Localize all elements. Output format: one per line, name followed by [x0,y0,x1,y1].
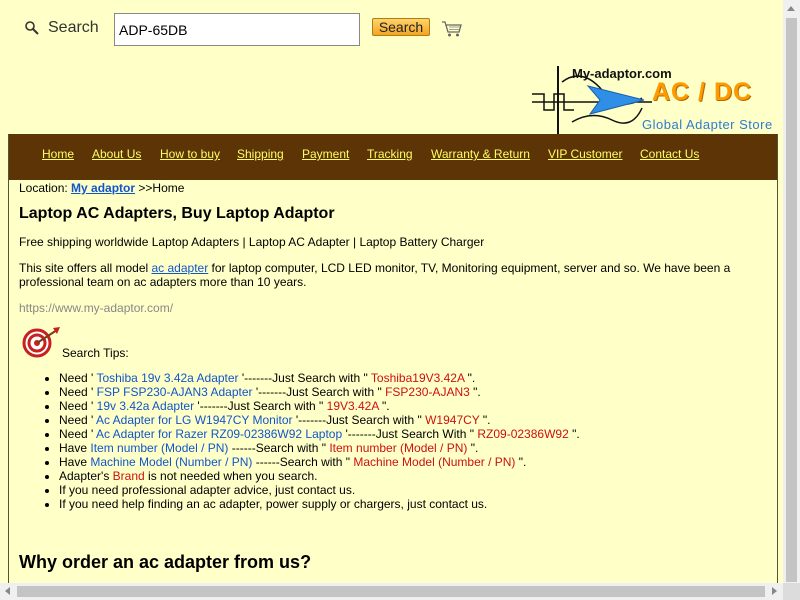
list-item: Need ' 19v 3.42a Adapter '-------Just Se… [59,399,580,413]
scroll-right-icon[interactable] [772,587,777,595]
list-item: Need ' Ac Adapter for LG W1947CY Monitor… [59,413,580,427]
breadcrumb-link[interactable]: My adaptor [71,181,135,195]
breadcrumb-current: >>Home [135,181,185,195]
description-paragraph: This site offers all model ac adapter fo… [19,261,739,289]
horizontal-scroll-thumb[interactable] [17,586,765,597]
search-tips-list: Need ' Toshiba 19v 3.42a Adapter '------… [19,371,580,511]
nav-shipping[interactable]: Shipping [237,147,284,161]
search-tips-label: Search Tips: [62,346,129,360]
site-logo[interactable]: My-adaptor.com AC / DC Global Adapter St… [532,62,778,134]
list-item: Have Item number (Model / PN) ------Sear… [59,441,580,455]
magnifier-icon [25,21,39,35]
list-item: Adapter's Brand is not needed when you s… [59,469,580,483]
vertical-scrollbar[interactable] [783,0,800,583]
scrollbar-corner [783,583,800,600]
list-item: Have Machine Model (Number / PN) ------S… [59,455,580,469]
scroll-up-icon[interactable] [787,6,795,11]
list-item: Need ' Toshiba 19v 3.42a Adapter '------… [59,371,580,385]
list-item: If you need professional adapter advice,… [59,483,580,497]
search-input[interactable] [114,13,360,46]
main-frame: Home About Us How to buy Shipping Paymen… [8,134,778,600]
why-order-heading: Why order an ac adapter from us? [19,552,312,572]
nav-how-to-buy[interactable]: How to buy [160,147,220,161]
search-label: Search [48,19,99,36]
list-item: If you need help finding an ac adapter, … [59,497,580,511]
nav-home[interactable]: Home [42,147,74,161]
site-url: https://www.my-adaptor.com/ [19,301,174,315]
page: Search Search My-adaptor.com AC / DC Glo… [0,0,800,600]
header: Search Search My-adaptor.com AC / DC Glo… [0,0,782,134]
logo-acdc-text: AC / DC [652,78,753,106]
nav-contact-us[interactable]: Contact Us [640,147,699,161]
page-title: Laptop AC Adapters, Buy Laptop Adaptor [19,205,335,222]
horizontal-scrollbar[interactable] [0,583,783,600]
nav-warranty-return[interactable]: Warranty & Return [431,147,530,161]
vertical-scroll-thumb[interactable] [786,18,797,582]
search-button[interactable]: Search [372,18,430,36]
list-item: Need ' Ac Adapter for Razer RZ09-02386W9… [59,427,580,441]
search-label-group: Search [24,19,99,37]
nav-about-us[interactable]: About Us [92,147,141,161]
description-before: This site offers all model [19,261,152,275]
breadcrumb-prefix: Location: [19,181,72,195]
ac-adapter-link[interactable]: ac adapter [152,261,209,275]
target-icon [22,327,60,358]
intro-text: Free shipping worldwide Laptop Adapters … [19,235,485,249]
nav-payment[interactable]: Payment [302,147,349,161]
main-nav: Home About Us How to buy Shipping Paymen… [9,134,777,180]
nav-vip-customer[interactable]: VIP Customer [548,147,622,161]
cart-icon[interactable] [441,20,463,38]
list-item: Need ' FSP FSP230-AJAN3 Adapter '-------… [59,385,580,399]
scroll-left-icon[interactable] [5,587,10,595]
breadcrumb: Location: My adaptor >>Home [19,181,184,195]
nav-tracking[interactable]: Tracking [367,147,413,161]
logo-subtitle: Global Adapter Store [642,117,773,132]
